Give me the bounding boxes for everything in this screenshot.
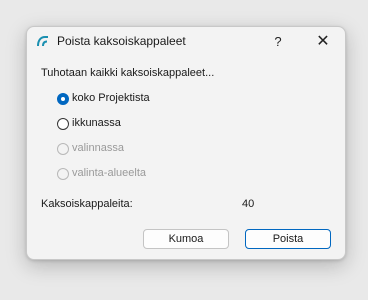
radio-label: koko Projektista (72, 92, 150, 104)
radio-label: valinnassa (72, 142, 124, 154)
radio-button[interactable] (57, 118, 69, 130)
radio-label: valinta-alueelta (72, 167, 146, 179)
radio-button (57, 143, 69, 155)
dialog-title: Poista kaksoiskappaleet (57, 34, 186, 48)
help-button[interactable]: ? (267, 31, 289, 53)
radio-button (57, 168, 69, 180)
app-icon (36, 34, 50, 48)
cancel-button[interactable]: Kumoa (143, 229, 229, 249)
radio-label: ikkunassa (72, 117, 121, 129)
duplicates-count-value: 40 (242, 198, 255, 210)
close-button[interactable]: ✕ (311, 31, 335, 53)
scope-heading: Tuhotaan kaikki kaksoiskappaleet... (41, 67, 215, 79)
delete-button[interactable]: Poista (245, 229, 331, 249)
duplicates-count-label: Kaksoiskappaleita: (41, 198, 133, 210)
title-bar[interactable]: Poista kaksoiskappaleet ? ✕ (27, 27, 345, 57)
delete-duplicates-dialog: Poista kaksoiskappaleet ? ✕ Tuhotaan kai… (26, 26, 346, 260)
radio-button[interactable] (57, 93, 69, 105)
